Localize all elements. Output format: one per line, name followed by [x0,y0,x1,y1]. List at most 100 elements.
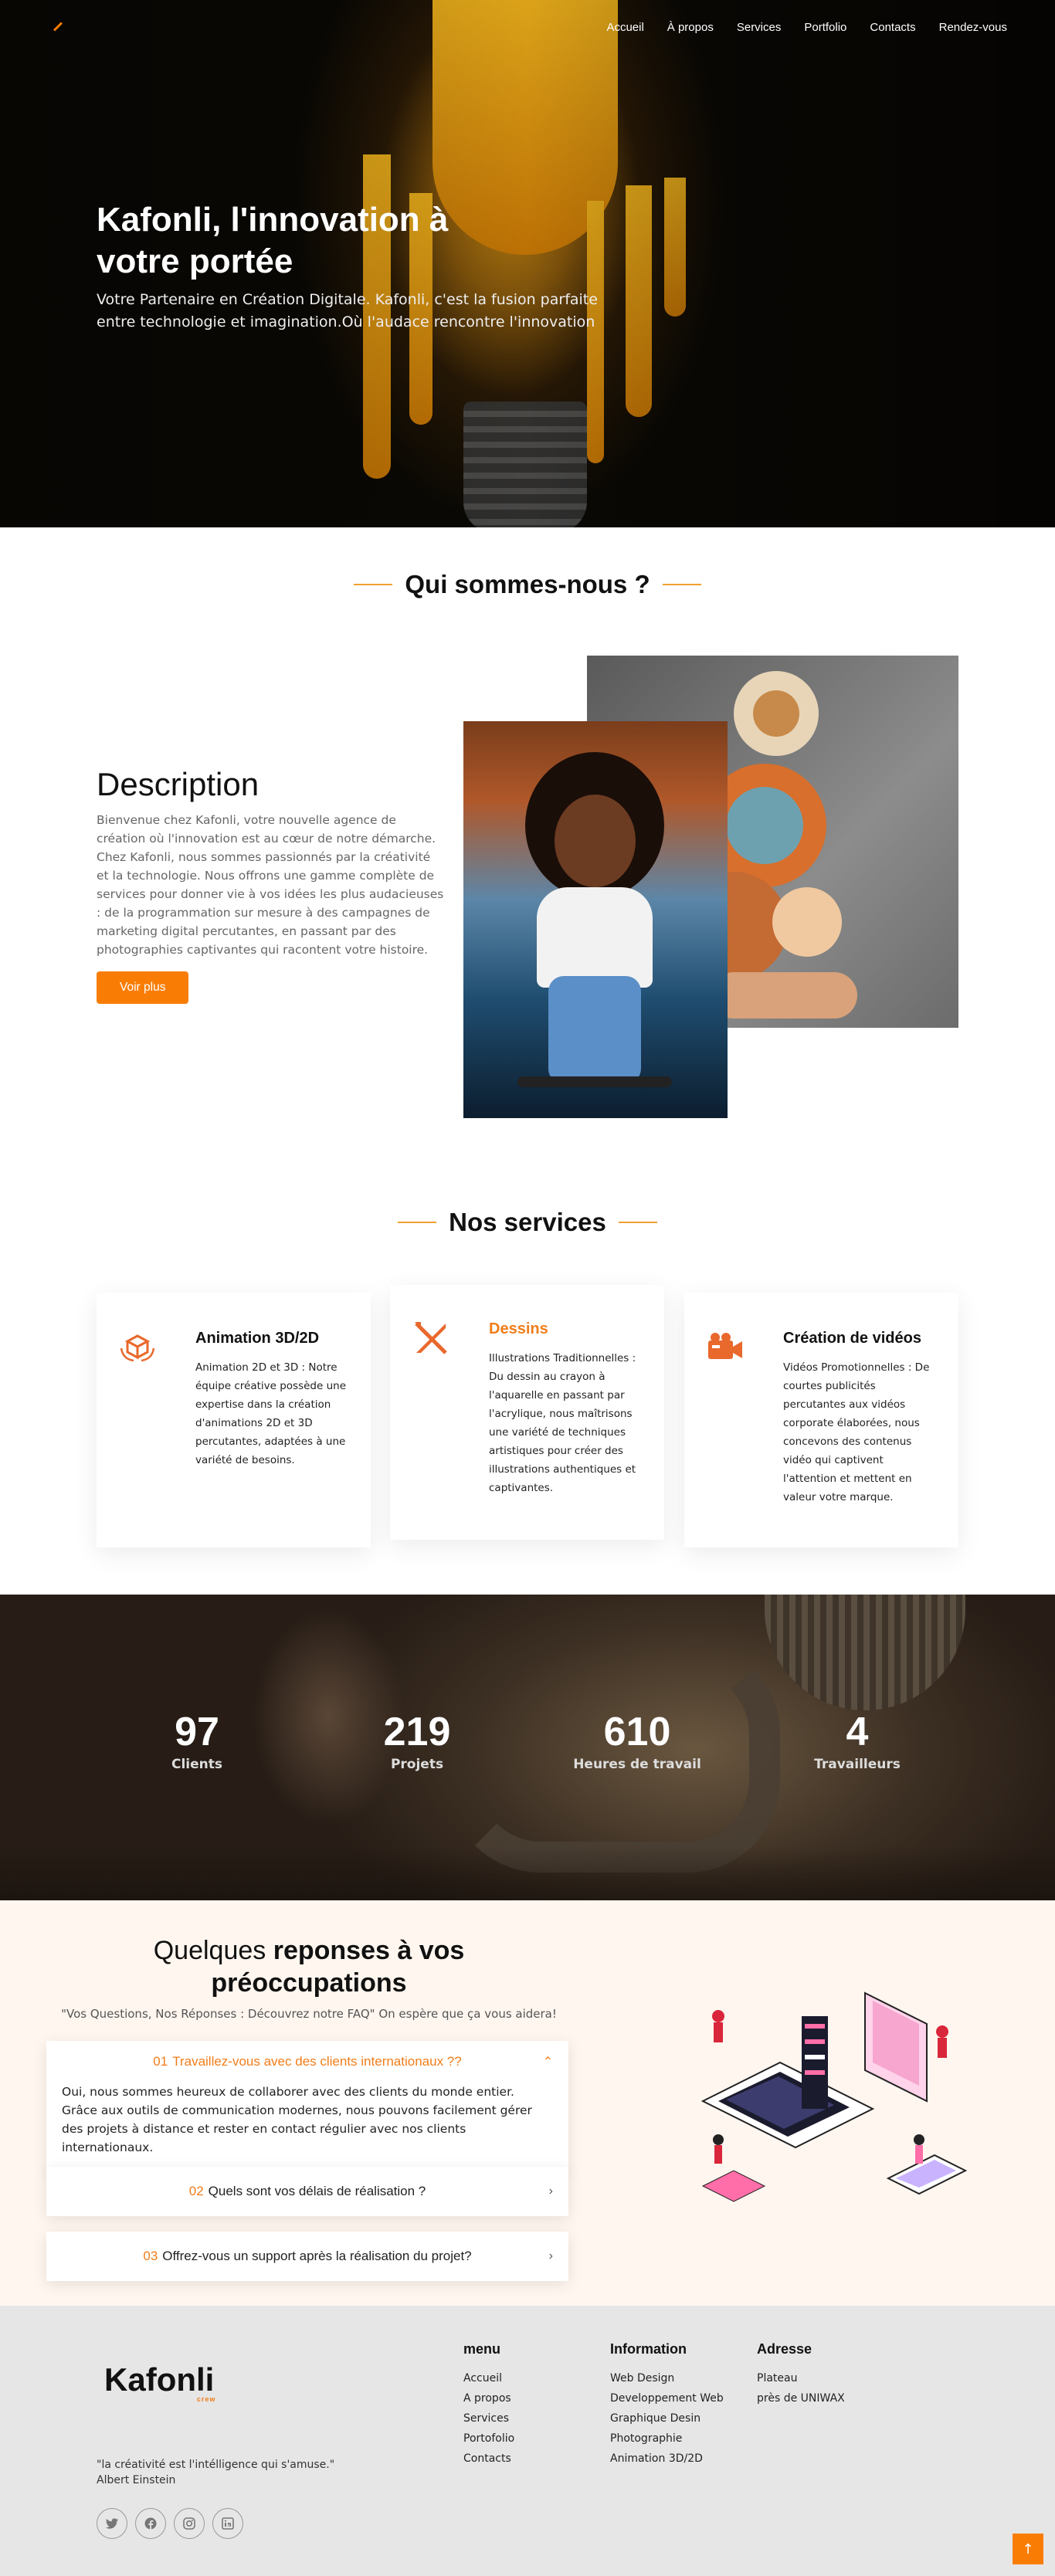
stat-clients: 97 Clients [120,1710,274,1772]
about-section-title: Qui sommes-nous ? [0,570,1055,599]
footer-link[interactable]: A propos [463,2388,514,2408]
title-line [662,584,701,585]
faq-number: 03 [143,2249,158,2263]
footer-quote: "la créativité est l'intélligence qui s'… [97,2457,334,2488]
voir-plus-button[interactable]: Voir plus [97,971,189,1004]
stat-label: Heures de travail [573,1757,701,1772]
service-title: Création de vidéos [783,1330,921,1347]
stat-travailleurs: 4 Travailleurs [780,1710,935,1772]
footer-info-title: Information [610,2341,687,2357]
faq-question-button[interactable]: 01 Travaillez-vous avec des clients inte… [46,2041,568,2083]
main-nav: Accueil À propos Services Portfolio Cont… [0,0,1055,53]
footer-information: Information Web Design Developpement Web… [610,2341,724,2469]
3d-cube-icon [118,1331,157,1364]
address-line: près de UNIWAX [757,2392,845,2405]
faq-question: Quels sont vos délais de réalisation ? [208,2184,426,2198]
description-block: Description Bienvenue chez Kafonli, votr… [97,766,444,1004]
quote-text: "la créativité est l'intélligence qui s'… [97,2459,335,2471]
description-text: Bienvenue chez Kafonli, votre nouvelle a… [97,813,444,957]
title-line [398,1222,437,1223]
footer-logo-tag: crew [196,2395,216,2403]
hero-text: Kafonli, l'innovation à votre portée Vot… [97,199,606,334]
faq-question: Offrez-vous un support après la réalisat… [162,2249,472,2263]
footer-address: Adresse Plateau près de UNIWAX [757,2341,845,2408]
video-camera-icon [706,1331,745,1364]
faq-answer: Oui, nous sommes heureux de collaborer a… [62,2085,532,2154]
character-illustration-image [463,721,728,1118]
services-title: Nos services [449,1208,606,1236]
service-card: Dessins Illustrations Traditionnelles : … [390,1285,664,1540]
stat-label: Clients [171,1757,222,1772]
faq-number: 01 [153,2054,168,2069]
back-to-top-button[interactable]: ↑ [1013,2534,1043,2564]
footer-link[interactable]: Accueil [463,2368,514,2388]
stat-projets: 219 Projets [340,1710,494,1772]
faq-question-button[interactable]: 02 Quels sont vos délais de réalisation … [46,2167,568,2216]
footer-menu-title: menu [463,2341,501,2357]
services-cards: Animation 3D/2D Animation 2D et 3D : Not… [97,1285,958,1547]
footer-link[interactable]: Contacts [463,2449,514,2469]
footer-link[interactable]: Services [463,2408,514,2429]
footer-link[interactable]: Web Design [610,2368,724,2388]
footer-link[interactable]: Animation 3D/2D [610,2449,724,2469]
facebook-icon[interactable] [135,2508,166,2539]
service-card: Animation 3D/2D Animation 2D et 3D : Not… [97,1293,371,1547]
quote-author: Albert Einstein [97,2474,176,2486]
faq-item[interactable]: 03 Offrez-vous un support après la réali… [46,2232,568,2281]
faq-title-light: Quelques [153,1936,266,1965]
arrow-up-icon: ↑ [1022,2540,1034,2557]
faq-section: Quelques reponses à vos préoccupations "… [0,1900,1055,2306]
hero-title: Kafonli, l'innovation à votre portée [97,201,449,280]
footer-link[interactable]: Developpement Web [610,2388,724,2408]
pencil-brush-icon [412,1319,450,1354]
nav-link-accueil[interactable]: Accueil [606,21,643,34]
service-title: Dessins [489,1320,548,1337]
about-title: Qui sommes-nous ? [405,570,650,598]
footer-logo-k: K [104,2361,128,2398]
twitter-icon[interactable] [97,2508,127,2539]
title-line [618,1222,657,1223]
faq-question: Travaillez-vous avec des clients interna… [172,2054,462,2069]
faq-number: 02 [188,2184,204,2198]
instagram-icon[interactable] [174,2508,205,2539]
address-line: Plateau [757,2372,798,2384]
nav-link-contacts[interactable]: Contacts [870,21,915,34]
footer-address-title: Adresse [757,2341,812,2357]
social-links [97,2508,243,2539]
service-text: Illustrations Traditionnelles : Du dessi… [489,1352,636,1494]
stat-label: Travailleurs [814,1757,901,1772]
isometric-illustration [701,1991,968,2202]
logo-icon[interactable] [48,16,68,36]
chevron-right-icon: › [548,2249,553,2262]
nav-link-rendez-vous[interactable]: Rendez-vous [939,21,1007,34]
stat-value: 4 [846,1710,869,1754]
faq-question-button[interactable]: 03 Offrez-vous un support après la réali… [46,2232,568,2281]
nav-link-portfolio[interactable]: Portfolio [804,21,846,34]
footer-link[interactable]: Photographie [610,2429,724,2449]
footer-link[interactable]: Portofolio [463,2429,514,2449]
footer-logo-text: afonli [127,2361,215,2398]
nav-list: Accueil À propos Services Portfolio Cont… [606,19,1007,34]
faq-item-open: 01 Travaillez-vous avec des clients inte… [46,2041,568,2174]
faq-title: Quelques reponses à vos préoccupations [70,1934,548,1999]
footer-menu: menu Accueil A propos Services Portofoli… [463,2341,514,2469]
chevron-up-icon: ⌃ [542,2056,553,2069]
stat-value: 219 [383,1710,451,1754]
footer-logo[interactable]: Kafonli crew [104,2361,215,2403]
stat-label: Projets [390,1757,444,1772]
stats-section: 97 Clients 219 Projets 610 Heures de tra… [0,1595,1055,1900]
nav-link-a-propos[interactable]: À propos [667,21,714,34]
chevron-right-icon: › [548,2185,553,2198]
hero-subtitle: Votre Partenaire en Création Digitale. K… [97,291,598,330]
faq-subtitle: "Vos Questions, Nos Réponses : Découvrez… [61,2007,557,2021]
title-line [354,584,393,585]
description-heading: Description [97,766,260,802]
service-text: Animation 2D et 3D : Notre équipe créati… [195,1361,347,1466]
hero-section: Accueil À propos Services Portfolio Cont… [0,0,1055,527]
stat-value: 610 [603,1710,671,1754]
faq-item[interactable]: 02 Quels sont vos délais de réalisation … [46,2167,568,2216]
footer-link[interactable]: Graphique Desin [610,2408,724,2429]
service-title: Animation 3D/2D [195,1330,320,1347]
nav-link-services[interactable]: Services [737,21,782,34]
linkedin-icon[interactable] [212,2508,243,2539]
